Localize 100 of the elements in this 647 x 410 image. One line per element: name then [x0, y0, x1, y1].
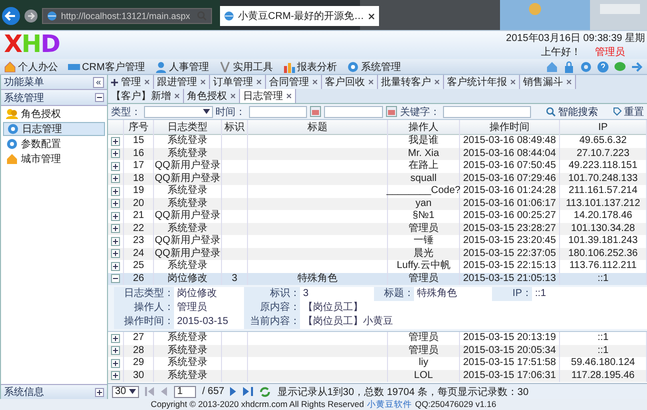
- caret-icon: [129, 389, 136, 394]
- person-icon: [154, 60, 167, 72]
- menu-item[interactable]: 系统管理: [346, 60, 401, 74]
- sidebar-item[interactable]: 角色授权: [3, 107, 105, 121]
- menu-item[interactable]: 实用工具: [218, 60, 273, 74]
- table-cell: 系统登录: [154, 198, 222, 210]
- sidebar-item[interactable]: 日志管理: [3, 122, 105, 136]
- field-label: 当前内容：: [244, 315, 300, 329]
- people-icon: [6, 108, 18, 120]
- sidebar-item[interactable]: 城市管理: [3, 152, 105, 166]
- column-header: 操作时间: [460, 120, 560, 135]
- expand-icon[interactable]: [111, 199, 120, 208]
- user-name[interactable]: 管理员: [595, 46, 625, 59]
- browser-tab[interactable]: 小黄豆CRM-最好的开源免…: [220, 6, 380, 26]
- tab[interactable]: 合同管理: [266, 75, 322, 89]
- last-page-icon[interactable]: [243, 387, 254, 396]
- column-header: IP: [560, 120, 647, 135]
- date-field[interactable]: [248, 106, 308, 118]
- table-cell: 管理员: [388, 222, 460, 235]
- field-value: ::1: [532, 287, 647, 301]
- menu-item[interactable]: 报表分析: [282, 60, 337, 74]
- record-summary: 显示记录从1到30，总数 19704 条，每页显示记录数：30: [277, 386, 529, 398]
- field-label: 操作时间：: [114, 315, 174, 329]
- refresh-icon[interactable]: [259, 386, 272, 398]
- column-header: 操作人: [388, 120, 460, 135]
- help-icon[interactable]: [597, 60, 609, 72]
- calendar-icon[interactable]: [386, 106, 397, 117]
- expand-icon[interactable]: [111, 346, 120, 356]
- expand-icon[interactable]: [111, 149, 120, 158]
- lock-icon[interactable]: [563, 60, 575, 72]
- table-cell: 22: [124, 222, 154, 235]
- company-link[interactable]: 小黄豆软件: [366, 399, 412, 410]
- tab[interactable]: 客户统计年报: [444, 75, 520, 89]
- menu-item[interactable]: 个人办公: [4, 60, 58, 74]
- expand-icon[interactable]: [111, 224, 120, 234]
- expand-icon[interactable]: [111, 174, 120, 184]
- plus-icon[interactable]: [95, 388, 104, 396]
- close-icon[interactable]: [286, 93, 292, 99]
- table-cell: 101.130.34.28: [560, 222, 647, 235]
- date-time: 2015年03月16日 09:38:39 星期: [506, 32, 645, 45]
- table-cell: 2015-03-16 08:44:04: [460, 148, 560, 160]
- collapse-icon[interactable]: [111, 274, 120, 284]
- expand-icon[interactable]: [111, 212, 120, 221]
- table-cell: Mr. Xia: [388, 148, 460, 160]
- field-value: 特殊角色: [414, 287, 492, 301]
- tab[interactable]: 日志管理: [240, 89, 296, 103]
- date-field[interactable]: [324, 106, 383, 118]
- panel-title: 功能菜单: [4, 76, 44, 89]
- tab[interactable]: 销售漏斗: [520, 75, 576, 89]
- table-cell: 20: [124, 198, 154, 210]
- address-field[interactable]: http://localhost:13121/main.aspx: [42, 8, 212, 24]
- collapse-button[interactable]: «: [92, 76, 104, 88]
- arrow-icon[interactable]: [631, 60, 643, 72]
- table-cell: squall: [388, 172, 460, 185]
- table-cell: 16: [124, 148, 154, 160]
- back-icon[interactable]: [2, 7, 20, 25]
- column-header: 日志类型: [154, 120, 222, 135]
- table-cell: ::1: [560, 344, 647, 357]
- next-icon[interactable]: [230, 387, 238, 396]
- column-header: 标题: [248, 120, 388, 135]
- tab[interactable]: 管理: [108, 75, 154, 89]
- menu-item[interactable]: CRM客户管理: [68, 60, 145, 74]
- field-value: 2015-03-15: [174, 315, 244, 329]
- page-size-dropdown[interactable]: 30: [112, 386, 140, 398]
- expand-icon[interactable]: [111, 186, 120, 196]
- expand-icon[interactable]: [111, 136, 120, 146]
- type-dropdown[interactable]: [144, 106, 213, 118]
- expand-icon[interactable]: [111, 262, 120, 271]
- expand-icon[interactable]: [111, 249, 120, 258]
- search-button[interactable]: 智能搜索: [546, 104, 598, 118]
- expand-icon[interactable]: [111, 358, 120, 368]
- table-cell: 2015-03-15 22:37:05: [460, 248, 560, 260]
- tab[interactable]: 跟进管理: [154, 75, 210, 89]
- group-header[interactable]: 系统管理: [1, 90, 107, 106]
- tab[interactable]: 订单管理: [210, 75, 266, 89]
- reset-button[interactable]: 重置: [613, 104, 644, 118]
- keyword-field[interactable]: [442, 106, 532, 118]
- field-label: 标题：: [374, 287, 414, 301]
- page-field[interactable]: 1: [174, 386, 196, 398]
- tab[interactable]: 角色授权: [184, 89, 240, 103]
- logo: XHD: [3, 31, 60, 59]
- table-cell: 30: [124, 370, 154, 382]
- group-header[interactable]: 系统信息: [1, 384, 107, 399]
- tab[interactable]: 【客户】新增: [108, 89, 184, 103]
- close-icon[interactable]: [368, 12, 376, 20]
- forward-icon[interactable]: [24, 9, 38, 23]
- table-cell: 2015-03-15 23:28:27: [460, 222, 560, 235]
- expand-icon[interactable]: [111, 334, 120, 343]
- tab[interactable]: 批量转客户: [378, 75, 444, 89]
- sidebar-item[interactable]: 参数配置: [3, 137, 105, 151]
- expand-icon[interactable]: [111, 162, 120, 171]
- minus-icon[interactable]: [95, 93, 104, 102]
- field-value: 3: [300, 287, 374, 301]
- tab[interactable]: 客户回收: [322, 75, 378, 89]
- expand-icon[interactable]: [111, 371, 120, 380]
- greeting: 上午好！: [541, 46, 581, 59]
- expand-icon[interactable]: [111, 236, 120, 246]
- calendar-icon[interactable]: [310, 106, 322, 117]
- menu-item[interactable]: 人事管理: [154, 60, 209, 74]
- field-label: 时间：: [216, 106, 246, 118]
